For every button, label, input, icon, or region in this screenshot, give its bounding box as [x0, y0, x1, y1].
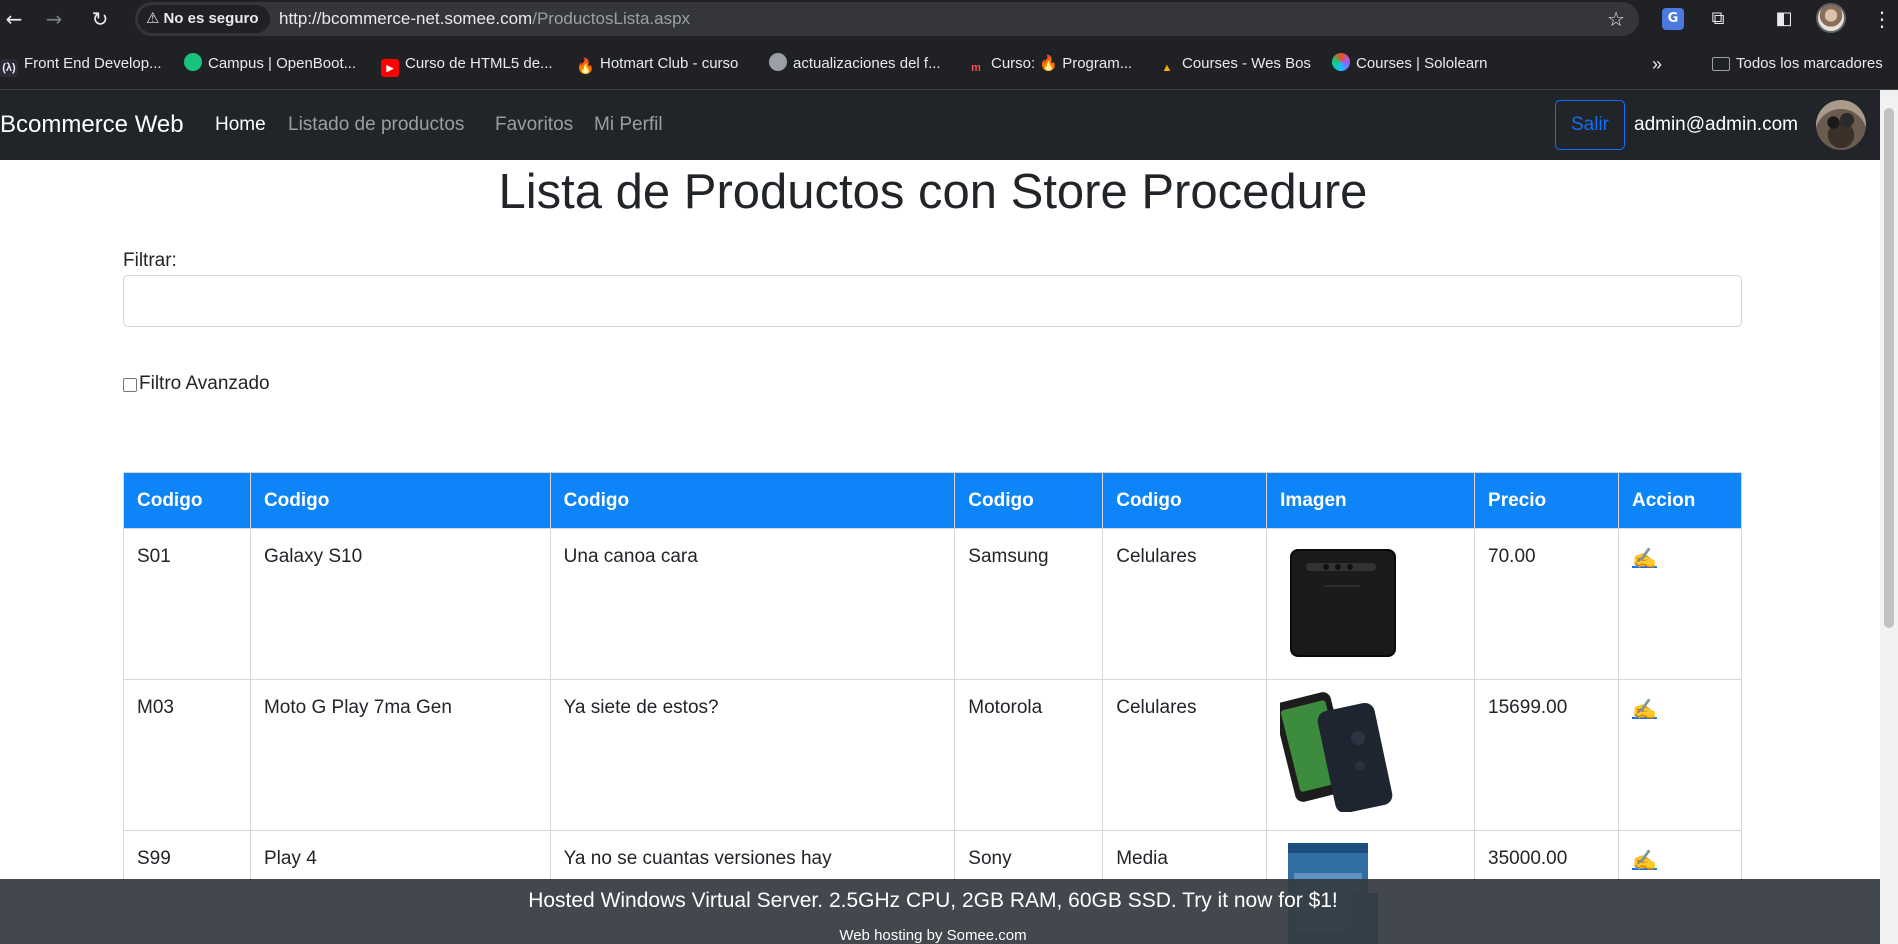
site-navbar: Bcommerce Web Home Listado de productos …: [0, 90, 1880, 160]
column-header[interactable]: Codigo: [549, 472, 956, 529]
menu-kebab-icon[interactable]: ⋮: [1868, 5, 1896, 33]
openbootcamp-icon: [184, 53, 202, 71]
action-cell: ✍️: [1617, 528, 1743, 680]
hosting-ad-text[interactable]: Hosted Windows Virtual Server. 2.5GHz CP…: [0, 889, 1866, 913]
product-brand: Motorola: [954, 679, 1104, 831]
product-description: Ya siete de estos?: [549, 679, 956, 831]
bookmark-item[interactable]: (λ) Front End Develop...: [0, 52, 162, 77]
table-row: M03 Moto G Play 7ma Gen Ya siete de esto…: [123, 679, 1743, 831]
product-code: M03: [123, 679, 251, 831]
address-bar[interactable]: ⚠ No es seguro http://bcommerce-net.somee…: [135, 2, 1639, 36]
page-title: Lista de Productos con Store Procedure: [498, 165, 1368, 219]
product-name: Moto G Play 7ma Gen: [249, 679, 551, 831]
brand-link[interactable]: Bcommerce Web: [0, 90, 184, 160]
page-viewport: Bcommerce Web Home Listado de productos …: [0, 90, 1898, 944]
bookmark-item[interactable]: ▶ Curso de HTML5 de...: [381, 52, 553, 77]
fcc-icon: (λ): [0, 59, 18, 77]
user-avatar[interactable]: [1816, 100, 1866, 150]
samsung-phone-image: [1290, 549, 1397, 657]
side-panel-icon[interactable]: ◧: [1770, 5, 1798, 33]
advanced-filter-label: Filtro Avanzado: [139, 373, 270, 394]
bookmark-item[interactable]: ▲ Courses - Wes Bos: [1158, 52, 1311, 76]
folder-icon: [1712, 57, 1730, 71]
column-header[interactable]: Codigo: [123, 472, 251, 529]
products-table: Codigo Codigo Codigo Codigo Codigo Image…: [123, 472, 1743, 944]
profile-avatar-icon[interactable]: [1816, 3, 1846, 33]
security-chip[interactable]: ⚠ No es seguro: [138, 5, 271, 33]
extensions-puzzle-icon[interactable]: ⧉: [1704, 5, 1732, 33]
bookmark-item[interactable]: 🔥 Hotmart Club - curso: [576, 52, 738, 76]
product-price: 15699.00: [1474, 679, 1619, 831]
column-header[interactable]: Codigo: [1102, 472, 1268, 529]
back-arrow-icon[interactable]: ←: [0, 5, 28, 33]
youtube-icon: ▶: [381, 59, 399, 77]
globe-icon: [769, 53, 787, 71]
wesbos-icon: ▲: [1161, 62, 1173, 74]
product-image-cell: [1266, 528, 1476, 680]
edit-pencil-icon[interactable]: ✍️: [1632, 850, 1657, 872]
bookmark-item[interactable]: Courses | Sololearn: [1332, 52, 1487, 76]
column-header[interactable]: Accion: [1617, 472, 1743, 529]
table-row: S01 Galaxy S10 Una canoa cara Samsung Ce…: [123, 528, 1743, 680]
more-bookmarks-chevron-icon[interactable]: »: [1652, 52, 1662, 76]
hosting-ad-banner[interactable]: Hosted Windows Virtual Server. 2.5GHz CP…: [0, 879, 1880, 944]
product-category: Celulares: [1102, 528, 1268, 680]
browser-toolbar: ← → ↻ ⚠ No es seguro http://bcommerce-net…: [0, 0, 1898, 38]
udemy-icon: m: [971, 62, 981, 74]
table-header-row: Codigo Codigo Codigo Codigo Codigo Image…: [123, 472, 1743, 529]
bookmark-star-icon[interactable]: ☆: [1607, 2, 1625, 36]
scrollbar-thumb[interactable]: [1884, 108, 1894, 628]
vertical-scrollbar[interactable]: [1880, 90, 1898, 944]
filter-input[interactable]: [123, 275, 1742, 327]
filter-label: Filtrar:: [123, 250, 177, 271]
warning-triangle-icon: ⚠: [146, 10, 160, 27]
edit-pencil-icon[interactable]: ✍️: [1632, 699, 1657, 721]
column-header[interactable]: Precio: [1474, 472, 1619, 529]
translate-icon[interactable]: G: [1662, 8, 1684, 30]
advanced-filter-checkbox[interactable]: [123, 378, 137, 392]
motorola-phone-image: [1274, 692, 1393, 814]
nav-product-list[interactable]: Listado de productos: [288, 90, 464, 160]
product-category: Celulares: [1102, 679, 1268, 831]
nav-profile[interactable]: Mi Perfil: [594, 90, 663, 160]
bookmark-item[interactable]: Campus | OpenBoot...: [184, 52, 356, 76]
action-cell: ✍️: [1617, 679, 1743, 831]
product-price: 70.00: [1474, 528, 1619, 680]
column-header[interactable]: Codigo: [249, 472, 551, 529]
reload-icon[interactable]: ↻: [86, 5, 114, 33]
product-brand: Samsung: [954, 528, 1104, 680]
bookmark-item[interactable]: m Curso: 🔥 Program...: [967, 52, 1132, 76]
nav-home[interactable]: Home: [215, 90, 266, 160]
user-email: admin@admin.com: [1634, 114, 1798, 135]
sololearn-icon: [1332, 53, 1350, 71]
bookmark-item[interactable]: actualizaciones del f...: [769, 52, 941, 76]
hotmart-icon: 🔥: [576, 58, 595, 75]
product-description: Una canoa cara: [549, 528, 956, 680]
nav-favorites[interactable]: Favoritos: [495, 90, 573, 160]
logout-button[interactable]: Salir: [1555, 100, 1625, 150]
column-header[interactable]: Codigo: [954, 472, 1104, 529]
hosting-credit-text[interactable]: Web hosting by Somee.com: [0, 927, 1866, 944]
product-name: Galaxy S10: [249, 528, 551, 680]
bookmarks-bar: (λ) Front End Develop... Campus | OpenBoo…: [0, 38, 1898, 90]
all-bookmarks-folder[interactable]: Todos los marcadores: [1712, 52, 1883, 76]
product-image-cell: [1266, 679, 1476, 831]
forward-arrow-icon[interactable]: →: [40, 5, 68, 33]
column-header[interactable]: Imagen: [1266, 472, 1476, 529]
product-code: S01: [123, 528, 251, 680]
edit-pencil-icon[interactable]: ✍️: [1632, 548, 1657, 570]
url-text[interactable]: http://bcommerce-net.somee.com/Productos…: [279, 2, 690, 36]
